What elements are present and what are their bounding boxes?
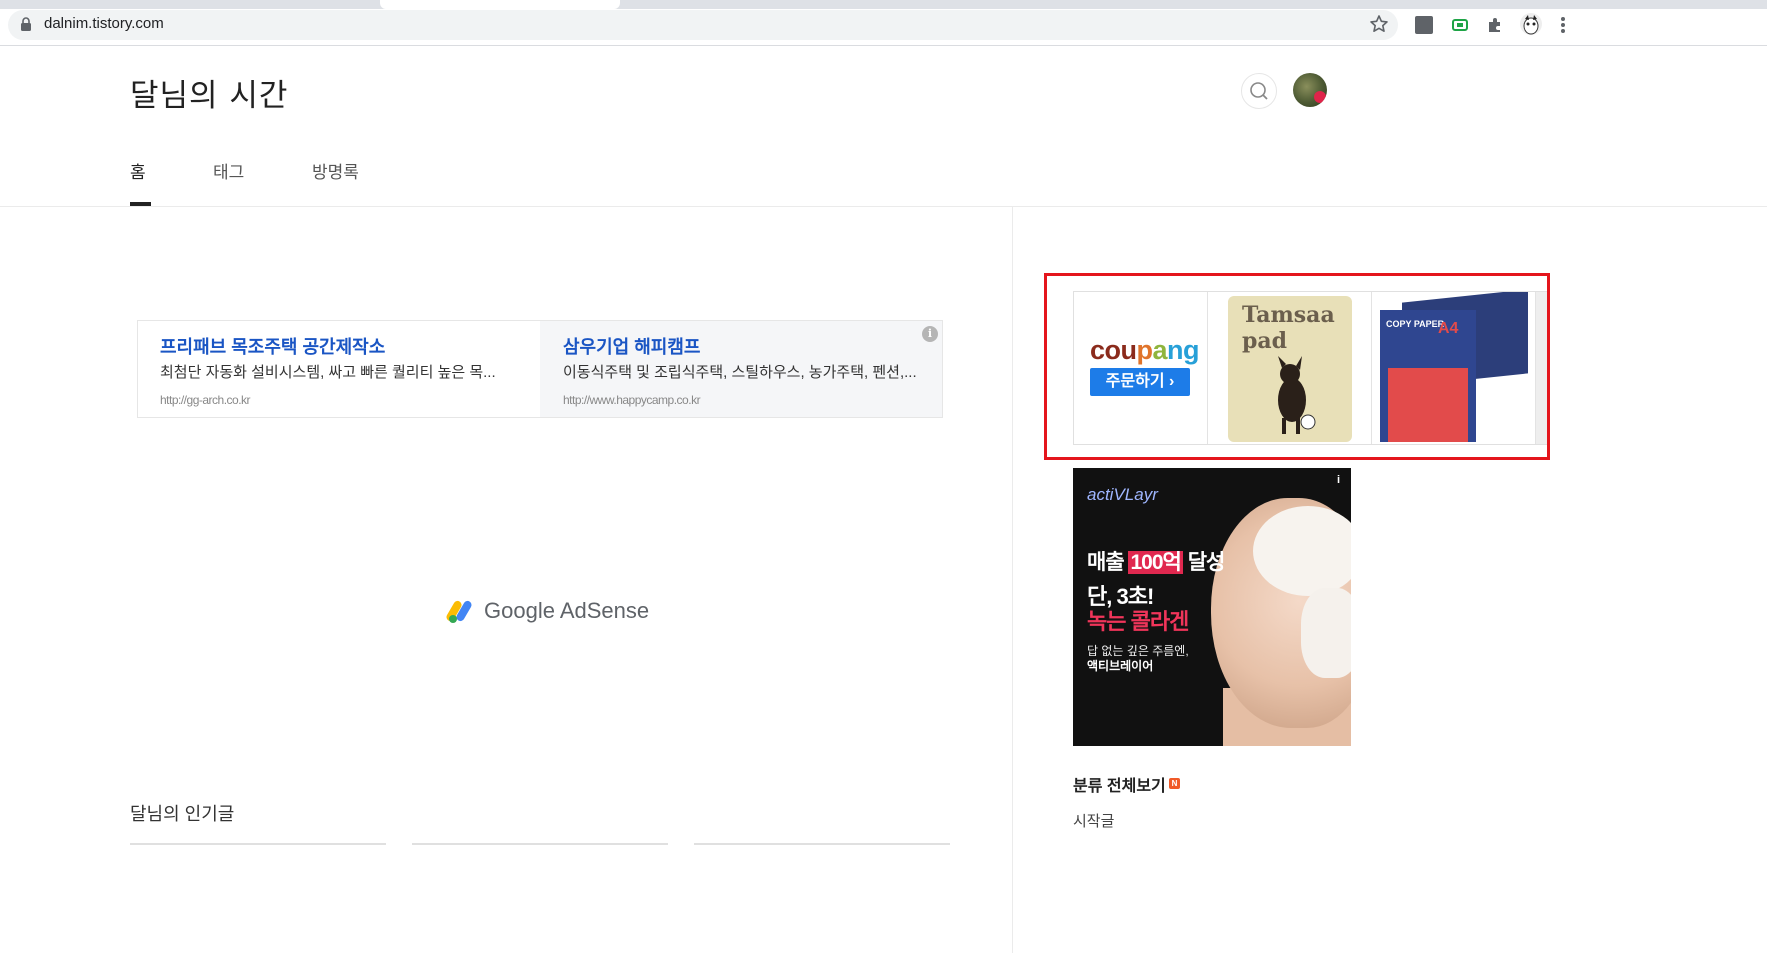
new-badge: N <box>1169 778 1180 789</box>
popular-posts-heading: 달님의 인기글 <box>130 804 235 824</box>
address-bar[interactable] <box>8 10 1398 40</box>
ad-image <box>1301 588 1351 678</box>
popular-post-card[interactable] <box>130 843 386 845</box>
profile-avatar-icon[interactable] <box>1520 13 1542 35</box>
adsense-logo-icon <box>446 600 472 623</box>
ad-info-icon[interactable]: i <box>922 326 938 342</box>
ad-info-icon[interactable]: i <box>1337 474 1340 486</box>
ad-link-url[interactable]: http://gg-arch.co.kr <box>160 393 251 407</box>
ad-brand-logo: actiVLayr <box>1087 485 1158 504</box>
ad-link-url[interactable]: http://www.happycamp.co.kr <box>563 393 701 407</box>
ad-link-description[interactable]: 최첨단 자동화 설비시스템, 싸고 빠른 퀄리티 높은 목... <box>160 361 520 382</box>
tab-strip <box>0 0 1767 9</box>
ad-headline-part: 달성 <box>1187 551 1226 574</box>
ad-subtext: 액티브레이어 <box>1087 659 1154 673</box>
adsense-label: Google AdSense <box>484 598 650 623</box>
search-icon <box>1250 82 1268 100</box>
bookmark-star-icon[interactable] <box>1369 14 1389 34</box>
ad-headline: 녹는 콜라겐 <box>1087 609 1189 634</box>
lock-icon[interactable] <box>20 17 32 31</box>
ad-headline: 매출 100억 달성 <box>1087 546 1226 576</box>
popular-post-card[interactable] <box>412 843 668 845</box>
category-all-link[interactable]: 분류 전체보기 <box>1073 772 1166 796</box>
ad-headline-highlight: 100억 <box>1128 551 1183 574</box>
extension-icon[interactable] <box>1415 16 1433 34</box>
ad-headline-part: 매출 <box>1087 551 1125 574</box>
highlight-frame <box>1044 273 1550 460</box>
ad-link-title[interactable]: 삼우기업 해피캠프 <box>563 333 700 359</box>
blog-title[interactable]: 달님의 시간 <box>130 70 288 115</box>
active-tab[interactable] <box>380 0 620 9</box>
nav-tags[interactable]: 태그 <box>213 158 244 183</box>
user-avatar[interactable] <box>1293 73 1327 107</box>
skincare-ad-banner[interactable]: actiVLayr 매출 100억 달성 단, 3초! 녹는 콜라겐 답 없는 … <box>1073 468 1351 746</box>
menu-dots-icon[interactable] <box>1560 16 1566 34</box>
url-text[interactable]: dalnim.tistory.com <box>44 15 164 32</box>
nav-guestbook[interactable]: 방명록 <box>312 158 359 183</box>
category-item[interactable]: 시작글 <box>1073 810 1114 831</box>
header-divider <box>0 206 1767 207</box>
puzzle-extensions-icon[interactable] <box>1486 16 1504 34</box>
extension-green-icon[interactable] <box>1451 16 1469 34</box>
search-button[interactable] <box>1241 73 1277 109</box>
ad-link-description[interactable]: 이동식주택 및 조립식주택, 스틸하우스, 농가주택, 펜션,... <box>563 361 923 382</box>
sidebar-divider <box>1012 207 1013 953</box>
ad-link-title[interactable]: 프리패브 목조주택 공간제작소 <box>160 333 385 359</box>
popular-post-card[interactable] <box>694 843 950 845</box>
nav-home[interactable]: 홈 <box>130 158 146 183</box>
